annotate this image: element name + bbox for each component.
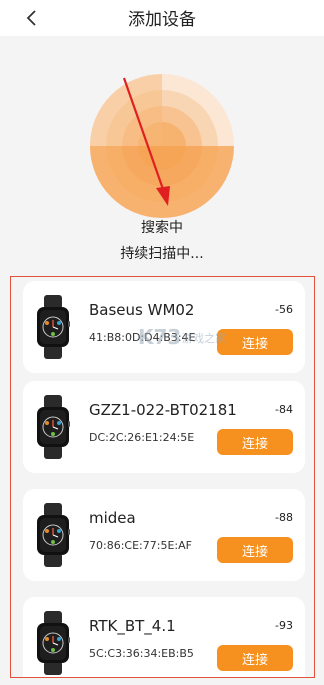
scan-area: 搜索中 持续扫描中... — [0, 36, 324, 274]
device-list: Baseus WM02 41:B8:0D:D4:B3:4E -56 连接 GZZ… — [10, 276, 315, 678]
device-card[interactable]: Baseus WM02 41:B8:0D:D4:B3:4E -56 连接 — [23, 281, 305, 373]
connect-button[interactable]: 连接 — [217, 537, 293, 563]
device-mac: 41:B8:0D:D4:B3:4E — [89, 331, 196, 344]
red-arrow-annotation — [122, 77, 170, 206]
device-mac: 70:86:CE:77:5E:AF — [89, 539, 192, 552]
device-name: Baseus WM02 — [89, 301, 195, 319]
smartwatch-icon — [37, 611, 70, 675]
device-mac: 5C:C3:36:34:EB:B5 — [89, 647, 194, 660]
smartwatch-icon — [37, 395, 70, 459]
device-rssi: -93 — [275, 619, 293, 632]
device-mac: DC:2C:26:E1:24:5E — [89, 431, 195, 444]
smartwatch-icon — [37, 295, 70, 359]
device-rssi: -88 — [275, 511, 293, 524]
device-card[interactable]: RTK_BT_4.1 5C:C3:36:34:EB:B5 -93 连接 — [23, 597, 305, 677]
device-name: RTK_BT_4.1 — [89, 617, 176, 635]
device-name: GZZ1-022-BT02181 — [89, 401, 237, 419]
device-rssi: -84 — [275, 403, 293, 416]
connect-button[interactable]: 连接 — [217, 329, 293, 355]
connect-button[interactable]: 连接 — [217, 645, 293, 671]
connect-button[interactable]: 连接 — [217, 429, 293, 455]
device-rssi: -56 — [275, 303, 293, 316]
device-name: midea — [89, 509, 136, 527]
scan-status: 搜索中 — [141, 220, 183, 236]
scan-substatus: 持续扫描中... — [120, 246, 204, 262]
smartwatch-icon — [37, 503, 70, 567]
device-card[interactable]: GZZ1-022-BT02181 DC:2C:26:E1:24:5E -84 连… — [23, 381, 305, 473]
page-title: 添加设备 — [128, 10, 196, 30]
device-card[interactable]: midea 70:86:CE:77:5E:AF -88 连接 — [23, 489, 305, 581]
top-bar: 添加设备 — [0, 0, 324, 36]
